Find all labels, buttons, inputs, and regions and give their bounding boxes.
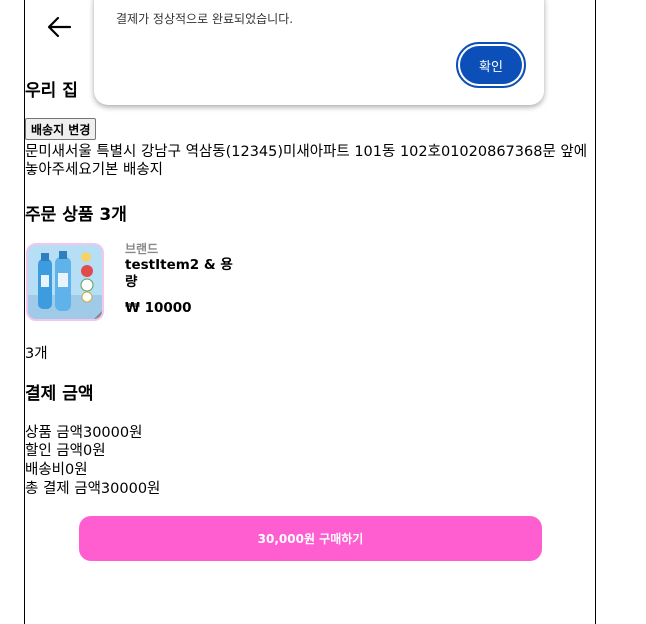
- total-row: 총 결제 금액30000원: [25, 481, 161, 497]
- confirm-button[interactable]: 확인: [460, 46, 522, 84]
- product-brand: 브랜드: [125, 242, 159, 256]
- purchase-button[interactable]: 30,000원 구매하기: [79, 516, 542, 561]
- discount-row: 할인 금액0원: [25, 443, 106, 459]
- product-quantity: 3개: [25, 346, 48, 362]
- order-title: 주문 상품 3개: [25, 205, 127, 225]
- dialog-message: 결제가 정상적으로 완료되었습니다.: [116, 12, 294, 26]
- arrow-left-icon: [47, 16, 72, 38]
- payment-complete-dialog: 결제가 정상적으로 완료되었습니다. 확인: [94, 0, 544, 105]
- address-title: 우리 집: [25, 81, 78, 101]
- product-name[interactable]: testItem2 & 용량: [125, 257, 235, 291]
- product-image: [28, 245, 102, 319]
- product-price: ₩ 10000: [125, 300, 192, 316]
- payment-title: 결제 금액: [25, 384, 94, 404]
- back-button[interactable]: [46, 14, 74, 40]
- product-thumbnail[interactable]: [26, 243, 104, 321]
- shipping-row: 배송비0원: [25, 462, 88, 478]
- change-address-button[interactable]: 배송지 변경: [25, 118, 97, 140]
- confirm-button-focus-ring: 확인: [456, 42, 526, 88]
- address-detail: 문미새서울 특별시 강남구 역삼동(12345)미새아파트 101동 102호0…: [25, 144, 588, 178]
